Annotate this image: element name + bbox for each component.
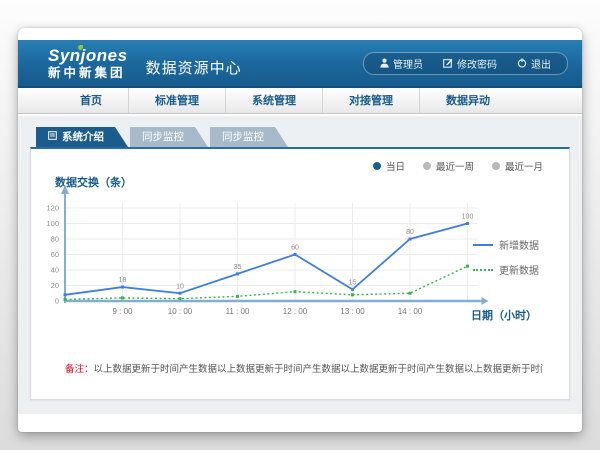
radio-dot	[492, 162, 500, 170]
chart-panel: 当日 最近一周 最近一月 数据交换（条） 日期（小时） 020406080100…	[30, 147, 570, 400]
page-title: 数据资源中心	[146, 57, 242, 78]
point-label: 15	[349, 279, 357, 286]
point-label: 10	[176, 283, 184, 290]
legend-update-data: 更新数据	[473, 262, 557, 277]
filter-last-month[interactable]: 最近一月	[492, 159, 543, 173]
data-point	[466, 222, 469, 225]
y-tick-label: 20	[51, 281, 59, 290]
nav-item-standard-mgmt[interactable]: 标准管理	[128, 88, 225, 113]
tab-bar: 系统介绍 同步监控 同步监控	[36, 127, 570, 147]
edit-icon	[443, 58, 453, 68]
main-window: Synjones 新中新集团 数据资源中心 管理员 修改密码 退出	[18, 28, 582, 432]
x-tick-label: 11 : 00	[226, 307, 250, 316]
point-label: 60	[291, 245, 299, 252]
footer-note: 备注：以上数据更新于时间产生数据以上数据更新于时间产生数据以上数据更新于时间产生…	[65, 361, 543, 375]
main-nav: 首页 标准管理 系统管理 对接管理 数据异动	[18, 88, 582, 114]
x-tick-label: 12 : 00	[283, 307, 308, 316]
note-prefix: 备注：	[65, 364, 94, 375]
change-password[interactable]: 修改密码	[433, 55, 507, 72]
x-tick-label: 13 : 00	[340, 307, 365, 316]
user-icon	[380, 58, 389, 68]
content-area: 系统介绍 同步监控 同步监控 当日 最近一周 最近一月 数据交换	[18, 116, 582, 414]
data-point	[64, 298, 67, 301]
data-point	[409, 292, 412, 295]
legend-new-data: 新增数据	[473, 237, 557, 252]
chart-legend: 新增数据 更新数据	[473, 237, 557, 287]
data-point	[294, 290, 297, 293]
document-icon	[48, 127, 57, 147]
data-point	[466, 265, 469, 268]
user-menu: 管理员 修改密码 退出	[363, 52, 568, 75]
data-point	[351, 293, 354, 296]
filter-today[interactable]: 当日	[373, 159, 405, 173]
tab-sync-monitor-1[interactable]: 同步监控	[130, 127, 208, 147]
legend-new-data-label: 新增数据	[499, 237, 539, 252]
data-point	[179, 292, 182, 295]
nav-item-interface-mgmt[interactable]: 对接管理	[322, 88, 419, 113]
data-point	[294, 253, 297, 256]
logout-label: 退出	[531, 56, 551, 71]
data-point	[179, 297, 182, 300]
x-tick-label: 9 : 00	[112, 307, 133, 316]
time-range-filters: 当日 最近一周 最近一月	[373, 159, 543, 173]
note-text: 以上数据更新于时间产生数据以上数据更新于时间产生数据以上数据更新于时间产生数据以…	[94, 364, 543, 375]
data-point	[236, 272, 239, 275]
legend-swatch-update	[473, 269, 493, 271]
y-tick-label: 120	[46, 204, 59, 213]
company-logo: Synjones 新中新集团	[48, 47, 128, 80]
point-label: 18	[119, 277, 127, 284]
filter-last-week[interactable]: 最近一周	[423, 159, 474, 173]
logout-icon	[517, 58, 527, 68]
data-point	[236, 295, 239, 298]
app-header: Synjones 新中新集团 数据资源中心 管理员 修改密码 退出	[18, 40, 582, 88]
nav-item-system-mgmt[interactable]: 系统管理	[225, 88, 322, 113]
logo-leaf-icon	[78, 45, 83, 50]
tab-system-intro-label: 系统介绍	[62, 127, 104, 147]
data-point	[64, 293, 67, 296]
point-label: 100	[462, 214, 474, 221]
data-point	[121, 286, 124, 289]
user-menu-admin-label: 管理员	[393, 56, 423, 71]
tab-system-intro[interactable]: 系统介绍	[36, 127, 128, 147]
filter-last-week-label: 最近一周	[436, 159, 474, 173]
nav-item-data-change[interactable]: 数据异动	[419, 88, 516, 113]
y-tick-label: 60	[51, 250, 59, 259]
x-tick-label: 14 : 00	[398, 307, 423, 316]
window-top-strip	[18, 28, 582, 40]
radio-dot	[423, 162, 431, 170]
radio-dot-selected	[373, 162, 381, 170]
change-password-label: 修改密码	[457, 56, 497, 71]
logout-button[interactable]: 退出	[507, 55, 561, 72]
x-axis-arrow-icon	[482, 297, 489, 305]
y-tick-label: 40	[51, 266, 59, 275]
point-label: 35	[234, 264, 242, 271]
filter-last-month-label: 最近一月	[505, 159, 543, 173]
legend-update-data-label: 更新数据	[499, 262, 539, 277]
y-tick-label: 80	[51, 235, 59, 244]
point-label: 80	[406, 229, 414, 236]
data-point	[351, 288, 354, 291]
y-axis-arrow-icon	[61, 185, 69, 194]
y-tick-label: 0	[55, 297, 59, 306]
data-point	[409, 238, 412, 241]
filter-today-label: 当日	[386, 159, 405, 173]
data-point	[121, 296, 124, 299]
line-chart: 0 20 40 60 80 100 120 9 : 00 10 : 00 11 : 00 12 : …	[43, 181, 513, 331]
logo-text-cn: 新中新集团	[48, 67, 128, 80]
x-tick-label: 10 : 00	[168, 307, 193, 316]
logo-text-en: Synjones	[48, 47, 128, 64]
user-menu-admin[interactable]: 管理员	[370, 55, 433, 72]
tab-sync-monitor-2[interactable]: 同步监控	[210, 127, 288, 147]
legend-swatch-new	[473, 244, 493, 246]
y-tick-label: 100	[46, 219, 59, 228]
nav-item-home[interactable]: 首页	[54, 88, 128, 113]
